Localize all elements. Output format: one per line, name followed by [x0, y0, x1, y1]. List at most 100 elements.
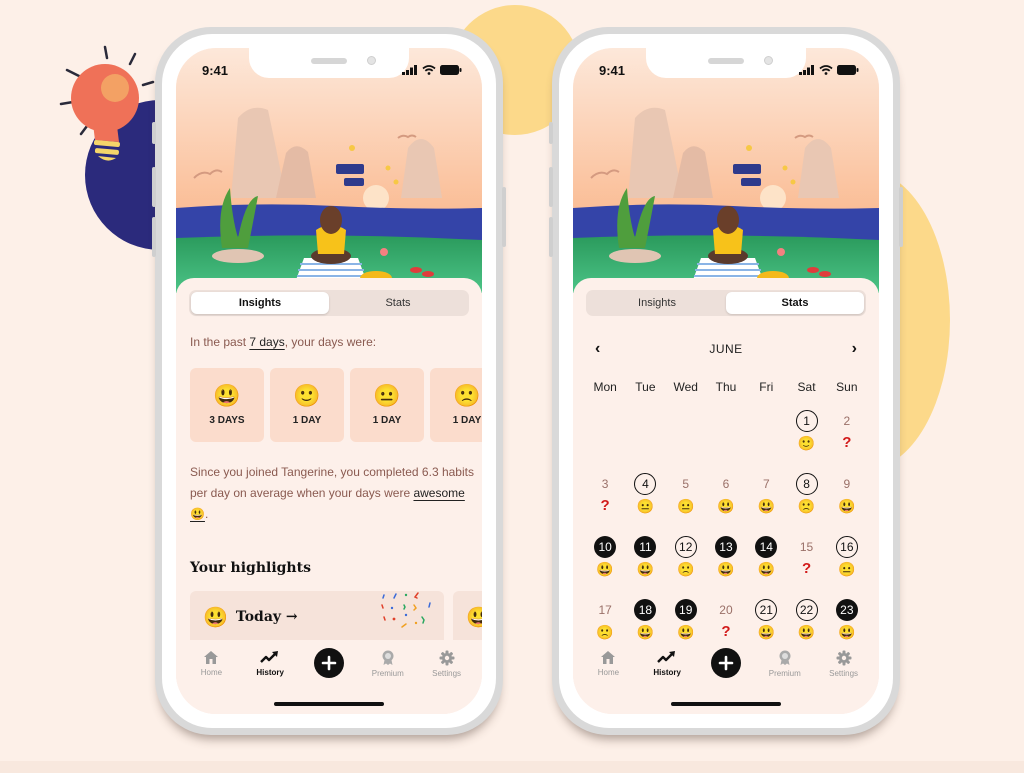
mood-emoji-icon: 😃 [838, 624, 856, 640]
day-number: 21 [755, 599, 778, 621]
calendar-day[interactable]: 13 😃 [706, 536, 746, 582]
day-number: 15 [799, 540, 814, 554]
phone-screen: 9:41 Insights Stats ‹ JUNE › Mon Tue Wed… [573, 48, 879, 714]
day-number: 13 [714, 536, 737, 558]
add-entry-button[interactable] [700, 648, 752, 678]
clock: 9:41 [599, 62, 626, 78]
phone-screen: 9:41 Insights Stats In the past 7 days, … [176, 48, 482, 714]
day-number: 3 [601, 477, 609, 491]
highlight-title: Today → [235, 609, 298, 625]
calendar-day[interactable]: 22 😃 [786, 599, 826, 645]
tab-bar: Home History Premium Settings [573, 640, 879, 714]
tab-premium[interactable]: Premium [362, 650, 414, 678]
award-icon [382, 650, 394, 665]
tab-history[interactable]: History [244, 650, 296, 677]
calendar-day[interactable]: 10 😃 [585, 536, 625, 582]
calendar-day[interactable]: 6 😃 [706, 473, 746, 519]
calendar-day[interactable]: 17 🙁 [585, 599, 625, 645]
calendar-day[interactable]: 2? [827, 410, 867, 456]
home-icon [204, 651, 219, 664]
mood-emoji-icon: 😃 [757, 498, 775, 514]
mood-emoji-icon: 🙁 [676, 561, 695, 577]
wifi-icon [819, 65, 833, 75]
mood-emoji-icon: 😃 [676, 624, 695, 640]
tab-bar: Home History Premium Settings [176, 640, 482, 714]
mood-tile-meh[interactable]: 😐 1 DAY [350, 368, 424, 442]
grinning-face-icon: 😃 [466, 605, 482, 629]
mood-emoji-icon: 😃 [838, 498, 856, 514]
tab-home[interactable]: Home [582, 650, 634, 677]
calendar-blank [746, 410, 786, 456]
tab-stats[interactable]: Stats [726, 292, 864, 314]
battery-icon [440, 65, 462, 75]
cellular-signal-icon [799, 65, 814, 75]
mood-emoji-icon: 😐 [636, 498, 655, 514]
calendar-day[interactable]: 14 😃 [746, 536, 786, 582]
tab-premium[interactable]: Premium [759, 650, 811, 678]
tab-stats[interactable]: Stats [329, 292, 467, 314]
grinning-face-icon: 😃 [213, 382, 241, 408]
add-entry-button[interactable] [303, 648, 355, 678]
calendar-day[interactable]: 8 🙁 [786, 473, 826, 519]
calendar-day[interactable]: 23 😃 [827, 599, 867, 645]
calendar-day[interactable]: 1 🙂 [786, 410, 826, 456]
calendar-day[interactable]: 5 😐 [666, 473, 706, 519]
day-number: 2 [843, 414, 851, 428]
mood-tile-awesome[interactable]: 😃 3 DAYS [190, 368, 264, 442]
mood-tile-good[interactable]: 🙂 1 DAY [270, 368, 344, 442]
mood-emoji-icon: 😃 [717, 498, 735, 514]
day-number: 8 [795, 473, 818, 495]
calendar-day[interactable]: 19 😃 [666, 599, 706, 645]
tab-history[interactable]: History [641, 650, 693, 677]
next-month-button[interactable]: › [852, 340, 857, 358]
battery-icon [837, 65, 859, 75]
clock: 9:41 [202, 62, 229, 78]
tab-settings[interactable]: Settings [818, 650, 870, 678]
calendar-day[interactable]: 16 😐 [827, 536, 867, 582]
calendar-day[interactable]: 3? [585, 473, 625, 519]
mood-emoji-icon: 🙁 [596, 624, 614, 640]
unknown-mood-icon: ? [801, 560, 812, 577]
period-link[interactable]: 7 days [249, 335, 284, 349]
day-number: 22 [795, 599, 818, 621]
neutral-face-icon: 😐 [373, 382, 401, 408]
mood-emoji-icon: 😃 [757, 561, 775, 577]
calendar-grid: 1 🙂 2? 3? 4 😐 5 😐 6 😃 7 😃 8 🙁 9 😃 10 😃 11 😃 12 🙁 13 😃 14 😃 15? 16 😐 1… [585, 410, 867, 645]
calendar-day[interactable]: 11 😃 [625, 536, 665, 582]
day-number: 18 [634, 599, 657, 621]
tab-home[interactable]: Home [185, 650, 237, 677]
mood-emoji-icon: 😃 [636, 561, 655, 577]
wifi-icon [422, 65, 436, 75]
mood-emoji-icon: 😃 [636, 624, 655, 640]
day-number: 4 [634, 473, 657, 495]
mood-tile-bad[interactable]: 🙁 1 DAY [430, 368, 482, 442]
calendar-day[interactable]: 18 😃 [625, 599, 665, 645]
phone-stats: 9:41 Insights Stats ‹ JUNE › Mon Tue Wed… [549, 27, 903, 735]
mood-emoji-icon: 🙂 [797, 435, 816, 451]
tab-insights[interactable]: Insights [191, 292, 329, 314]
calendar-day[interactable]: 21 😃 [746, 599, 786, 645]
calendar-day[interactable]: 4 😐 [625, 473, 665, 519]
segmented-control: Insights Stats [189, 290, 469, 316]
calendar-day[interactable]: 15? [786, 536, 826, 582]
day-number: 20 [719, 603, 733, 617]
mood-summary: 😃 3 DAYS 🙂 1 DAY 😐 1 DAY 🙁 1 DAY [190, 368, 482, 442]
month-navigator: ‹ JUNE › [587, 340, 865, 358]
calendar-blank [585, 410, 625, 456]
calendar-day[interactable]: 9 😃 [827, 473, 867, 519]
mood-emoji-icon: 😃 [596, 561, 614, 577]
calendar-day[interactable]: 7 😃 [746, 473, 786, 519]
cellular-signal-icon [402, 65, 417, 75]
tab-insights[interactable]: Insights [588, 292, 726, 314]
calendar-day[interactable]: 12 🙁 [666, 536, 706, 582]
day-number: 1 [795, 410, 818, 432]
tab-settings[interactable]: Settings [421, 650, 473, 678]
day-number: 10 [594, 536, 617, 558]
trending-up-icon [657, 651, 676, 663]
gear-icon [439, 650, 455, 666]
previous-month-button[interactable]: ‹ [595, 340, 600, 358]
calendar-blank [666, 410, 706, 456]
mood-emoji-icon: 😃 [797, 624, 816, 640]
calendar-day[interactable]: 20? [706, 599, 746, 645]
average-insight: Since you joined Tangerine, you complete… [190, 465, 474, 521]
